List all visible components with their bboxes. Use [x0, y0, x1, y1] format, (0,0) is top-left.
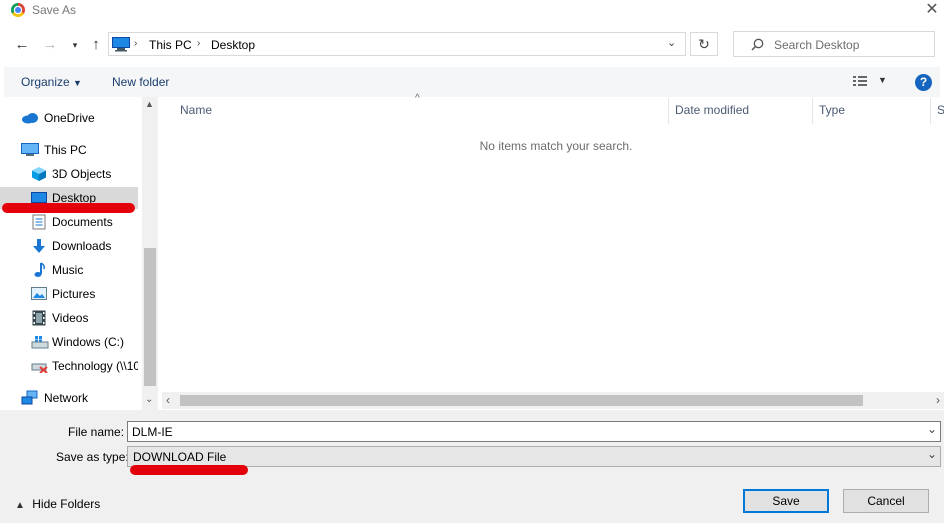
- change-view-button[interactable]: ▼: [852, 74, 887, 91]
- sidebar-item-technology[interactable]: Technology (\\10: [0, 355, 138, 377]
- file-name-input[interactable]: [128, 422, 867, 441]
- organize-label: Organize: [21, 75, 70, 89]
- drive-icon: [31, 336, 49, 349]
- scroll-up-arrow-icon[interactable]: ▲: [145, 99, 154, 109]
- search-icon: [751, 38, 764, 51]
- navigation-pane-scroll-thumb[interactable]: [144, 248, 156, 386]
- sidebar-item-videos[interactable]: Videos: [0, 307, 138, 329]
- scroll-right-chevron-icon[interactable]: ›: [936, 393, 940, 407]
- refresh-icon[interactable]: ↻: [690, 32, 718, 56]
- file-name-dropdown-chevron-icon[interactable]: ⌄: [927, 422, 937, 436]
- disconnected-drive-icon: [31, 363, 48, 373]
- save-as-type-chevron-icon[interactable]: ⌄: [927, 447, 937, 461]
- sidebar-item-pictures[interactable]: Pictures: [0, 283, 138, 305]
- cancel-button[interactable]: Cancel: [843, 489, 929, 513]
- column-divider[interactable]: [812, 98, 813, 124]
- organize-button[interactable]: Organize ▼: [21, 75, 82, 89]
- title-bar: [0, 0, 944, 22]
- close-icon[interactable]: ✕: [921, 0, 943, 20]
- details-view-icon: [853, 76, 867, 86]
- help-icon[interactable]: ?: [915, 74, 932, 91]
- save-button[interactable]: Save: [743, 489, 829, 513]
- download-arrow-icon: [33, 239, 45, 253]
- save-as-type-select[interactable]: DOWNLOAD File ⌄: [127, 446, 941, 467]
- organize-dropdown-icon: ▼: [73, 78, 82, 88]
- cube-icon: [32, 167, 46, 181]
- content-scroll-thumb[interactable]: [180, 395, 863, 406]
- film-strip-icon: [32, 310, 46, 326]
- address-dropdown-chevron-icon[interactable]: ⌄: [667, 36, 676, 49]
- scroll-down-chevron-icon[interactable]: ⌄: [145, 394, 153, 405]
- sidebar-item-label: OneDrive: [44, 111, 95, 125]
- sidebar-item-label: Music: [52, 263, 84, 277]
- sidebar-item-label: Downloads: [52, 239, 112, 253]
- column-header-type[interactable]: Type: [819, 103, 845, 117]
- chevron-up-icon: ▲: [15, 500, 25, 511]
- sidebar-item-label: Technology (\\10: [52, 359, 138, 373]
- cloud-icon: [22, 113, 38, 124]
- hide-folders-label: Hide Folders: [32, 497, 101, 511]
- computer-icon: [21, 143, 39, 156]
- scroll-left-chevron-icon[interactable]: ‹: [166, 393, 170, 407]
- sidebar-item-3d-objects[interactable]: 3D Objects: [0, 163, 138, 185]
- this-pc-icon: [112, 37, 130, 52]
- save-as-type-value: DOWNLOAD File: [133, 450, 227, 464]
- sidebar-item-label: Documents: [52, 215, 113, 229]
- column-header-size[interactable]: S: [937, 103, 944, 117]
- up-arrow-icon[interactable]: ↑: [86, 35, 106, 55]
- recent-locations-chevron-icon[interactable]: ▾: [65, 35, 85, 55]
- sort-ascending-icon: ^: [415, 93, 420, 104]
- back-arrow-icon[interactable]: ←: [12, 35, 32, 55]
- chrome-icon: [11, 3, 25, 17]
- breadcrumb-separator-icon: ›: [134, 38, 138, 49]
- picture-icon: [31, 287, 47, 300]
- network-icon: [21, 390, 38, 405]
- column-divider[interactable]: [668, 98, 669, 124]
- sidebar-item-label: Windows (C:): [52, 335, 125, 349]
- search-input[interactable]: [772, 37, 926, 53]
- view-dropdown-icon: ▼: [878, 75, 887, 85]
- sidebar-item-onedrive[interactable]: OneDrive: [0, 107, 138, 129]
- empty-folder-message: No items match your search.: [479, 139, 633, 153]
- sidebar-item-network[interactable]: Network: [0, 387, 138, 409]
- column-divider[interactable]: [930, 98, 931, 124]
- sidebar-item-label: Network: [44, 391, 89, 405]
- file-name-field[interactable]: ⌄: [127, 421, 941, 442]
- breadcrumb-this-pc[interactable]: This PC: [149, 38, 192, 52]
- sidebar-item-downloads[interactable]: Downloads: [0, 235, 138, 257]
- address-bar[interactable]: › This PC › Desktop ⌄: [108, 32, 686, 56]
- column-header-name[interactable]: Name: [180, 103, 212, 117]
- sidebar-item-label: Pictures: [52, 287, 96, 301]
- sidebar-item-label: Videos: [52, 311, 89, 325]
- column-header-date-modified[interactable]: Date modified: [675, 103, 749, 117]
- sidebar-item-this-pc[interactable]: This PC: [0, 139, 138, 161]
- file-name-label: File name:: [68, 425, 125, 439]
- save-as-type-label: Save as type:: [56, 450, 129, 464]
- sidebar-item-documents[interactable]: Documents: [0, 211, 138, 233]
- sidebar-item-music[interactable]: Music: [0, 259, 138, 281]
- hide-folders-button[interactable]: ▲ Hide Folders: [15, 497, 100, 511]
- breadcrumb-desktop[interactable]: Desktop: [211, 38, 255, 52]
- sidebar-item-label: This PC: [44, 143, 87, 157]
- forward-arrow-icon[interactable]: →: [40, 35, 60, 55]
- document-icon: [32, 214, 46, 230]
- breadcrumb-separator-icon: ›: [197, 38, 201, 49]
- sidebar-item-windows-c[interactable]: Windows (C:): [0, 331, 138, 353]
- music-note-icon: [34, 262, 45, 277]
- window-title: Save As: [32, 3, 77, 17]
- new-folder-button[interactable]: New folder: [112, 75, 169, 89]
- search-box[interactable]: [733, 31, 935, 57]
- annotation-red-underline: [130, 465, 248, 475]
- sidebar-item-label: 3D Objects: [52, 167, 112, 181]
